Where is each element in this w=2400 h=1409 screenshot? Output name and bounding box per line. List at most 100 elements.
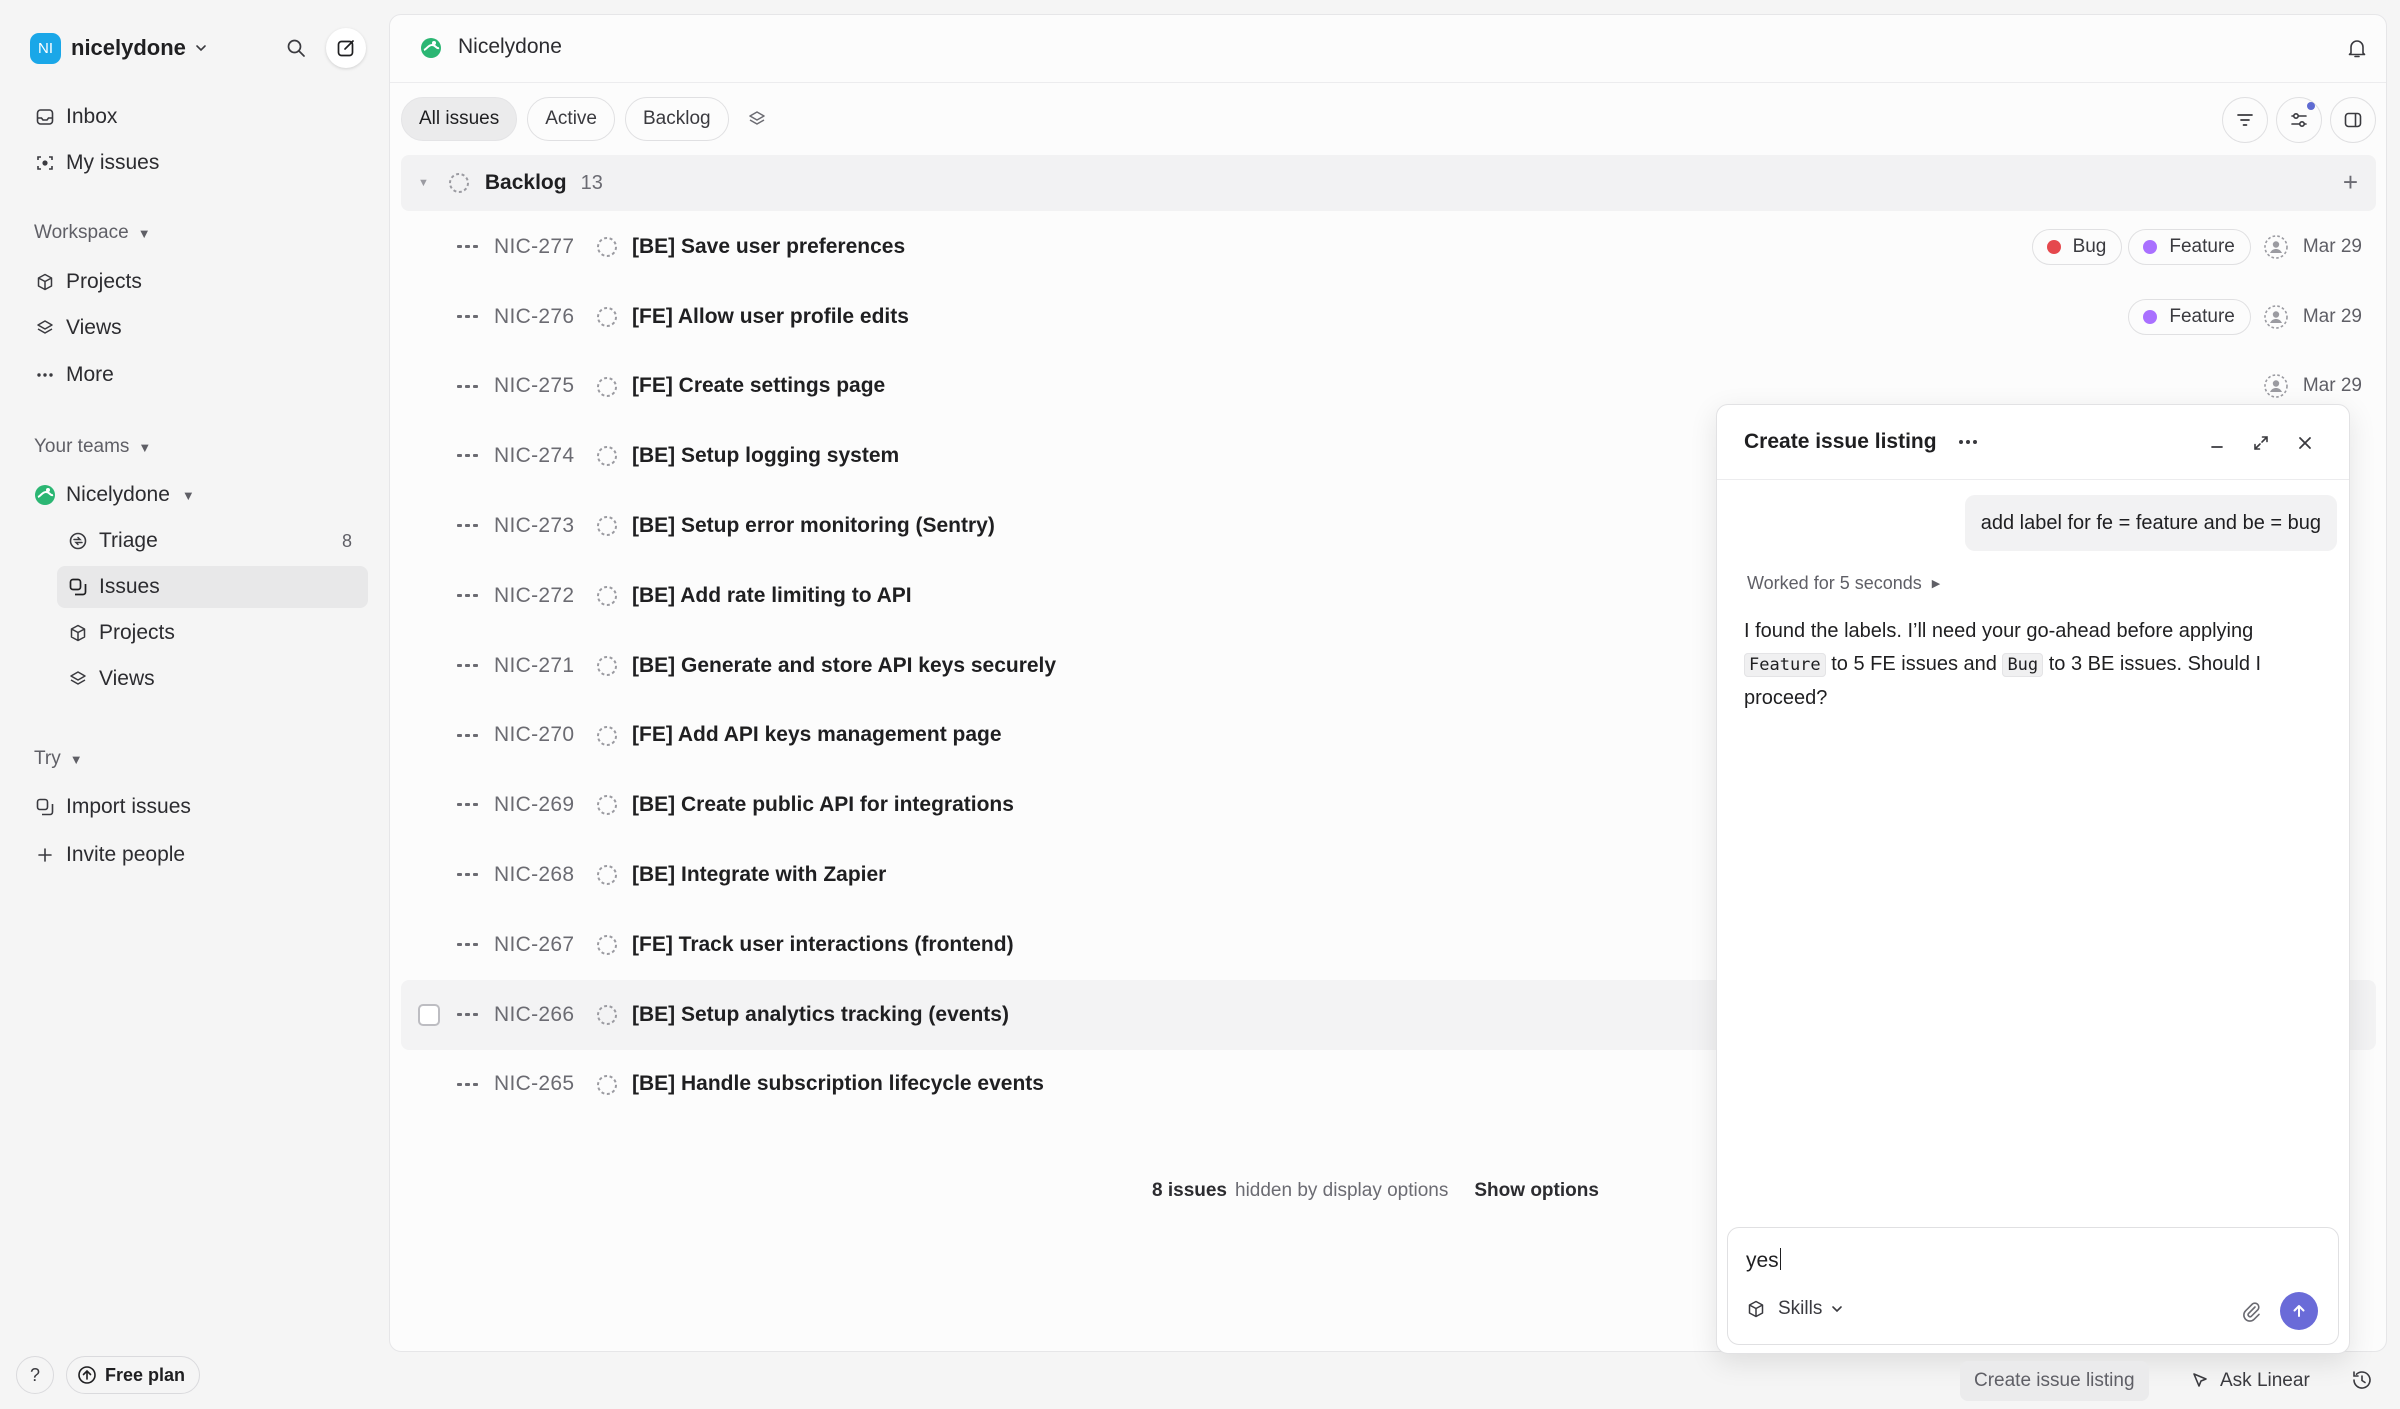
help-button[interactable]: ? — [16, 1356, 54, 1394]
new-view-layers-icon[interactable] — [741, 103, 773, 135]
backlog-status-icon[interactable] — [595, 375, 619, 399]
backlog-status-icon[interactable] — [595, 933, 619, 957]
sidebar-item-inbox[interactable]: Inbox — [24, 96, 368, 138]
no-priority-icon[interactable] — [457, 524, 479, 528]
backlog-status-icon[interactable] — [595, 305, 619, 329]
create-issue-listing-tab[interactable]: Create issue listing — [1960, 1361, 2149, 1401]
issue-title[interactable]: [FE] Create settings page — [632, 374, 885, 398]
issue-title[interactable]: [BE] Save user preferences — [632, 235, 905, 259]
teams-section-toggle[interactable]: Your teams ▼ — [34, 436, 151, 458]
show-options-button[interactable]: Show options — [1474, 1180, 1599, 1202]
backlog-status-icon[interactable] — [595, 584, 619, 608]
no-priority-icon[interactable] — [457, 245, 479, 249]
no-priority-icon[interactable] — [457, 663, 479, 668]
no-priority-icon[interactable] — [457, 1082, 479, 1087]
backlog-status-icon[interactable] — [595, 444, 619, 468]
row-checkbox[interactable] — [418, 1003, 440, 1026]
sidebar-item-triage[interactable]: Triage 8 — [57, 520, 368, 562]
backlog-status-icon[interactable] — [595, 1073, 619, 1097]
issue-title[interactable]: [FE] Track user interactions (frontend) — [632, 933, 1014, 957]
workspace-section-toggle[interactable]: Workspace ▼ — [34, 222, 151, 244]
no-priority-icon[interactable] — [457, 1012, 479, 1017]
no-priority-icon[interactable] — [457, 384, 479, 389]
issue-title[interactable]: [BE] Setup error monitoring (Sentry) — [632, 514, 995, 538]
label-pill[interactable]: Bug — [2031, 228, 2123, 265]
sidebar-item-team-views[interactable]: Views — [57, 658, 368, 700]
display-options-button[interactable] — [2276, 97, 2322, 143]
send-button[interactable] — [2280, 1292, 2318, 1330]
try-section-toggle[interactable]: Try ▼ — [34, 748, 83, 770]
backlog-status-icon[interactable] — [595, 1003, 619, 1027]
sidebar-item-more[interactable]: More — [24, 354, 368, 396]
close-icon[interactable] — [2291, 429, 2319, 457]
page-title[interactable]: Nicelydone — [458, 35, 562, 59]
free-plan-button[interactable]: Free plan — [66, 1356, 201, 1394]
workspace-switcher[interactable]: NI nicelydone — [30, 32, 208, 64]
label-color-dot — [2046, 239, 2061, 254]
backlog-status-icon[interactable] — [595, 863, 619, 887]
caret-down-icon: ▼ — [138, 439, 152, 455]
issue-title[interactable]: [BE] Handle subscription lifecycle event… — [632, 1072, 1044, 1096]
label-pill[interactable]: Feature — [2128, 298, 2251, 335]
issue-title[interactable]: [BE] Setup analytics tracking (events) — [632, 1003, 1009, 1027]
minimize-icon[interactable] — [2203, 429, 2231, 457]
sidebar-item-projects[interactable]: Projects — [24, 261, 368, 303]
chat-composer[interactable]: yes Skills — [1727, 1227, 2339, 1345]
no-priority-icon[interactable] — [457, 803, 479, 807]
unassigned-avatar-icon[interactable] — [2263, 234, 2289, 260]
no-priority-icon[interactable] — [457, 733, 479, 738]
issue-title[interactable]: [FE] Allow user profile edits — [632, 305, 909, 329]
new-issue-button[interactable] — [326, 28, 366, 68]
sidebar-item-label: Views — [99, 667, 155, 690]
issue-title[interactable]: [BE] Generate and store API keys securel… — [632, 654, 1056, 678]
worked-for-toggle[interactable]: Worked for 5 seconds ▶ — [1747, 573, 1940, 594]
tab-active[interactable]: Active — [527, 97, 615, 141]
backlog-status-icon[interactable] — [595, 793, 619, 817]
bell-icon[interactable] — [2346, 37, 2368, 59]
team-nicelydone[interactable]: Nicelydone ▼ — [34, 478, 195, 512]
sidebar-item-import-issues[interactable]: Import issues — [24, 786, 368, 828]
issue-title[interactable]: [BE] Integrate with Zapier — [632, 863, 886, 887]
history-icon[interactable] — [2350, 1368, 2374, 1392]
tab-all-issues[interactable]: All issues — [401, 97, 518, 141]
add-issue-button[interactable]: + — [2343, 168, 2358, 196]
expand-icon[interactable] — [2247, 429, 2275, 457]
issue-title[interactable]: [BE] Add rate limiting to API — [632, 584, 912, 608]
no-priority-icon[interactable] — [457, 314, 479, 319]
label-pill[interactable]: Feature — [2128, 228, 2251, 265]
ask-linear-button[interactable]: Ask Linear — [2190, 1361, 2310, 1401]
issue-row[interactable]: NIC-277 [BE] Save user preferences Bug Feat… — [401, 212, 2376, 282]
paperclip-icon[interactable] — [2240, 1300, 2262, 1322]
no-priority-icon[interactable] — [457, 593, 479, 598]
backlog-status-icon[interactable] — [595, 235, 619, 259]
skills-dropdown[interactable]: Skills — [1746, 1298, 1844, 1320]
no-priority-icon[interactable] — [457, 873, 479, 877]
tab-backlog[interactable]: Backlog — [625, 97, 729, 141]
issue-title[interactable]: [BE] Create public API for integrations — [632, 793, 1014, 817]
backlog-status-icon[interactable] — [595, 724, 619, 748]
backlog-status-icon[interactable] — [595, 514, 619, 538]
issue-row[interactable]: NIC-276 [FE] Allow user profile edits Feat… — [401, 282, 2376, 352]
no-priority-icon[interactable] — [457, 454, 479, 458]
sidebar-item-invite-people[interactable]: Invite people — [24, 834, 368, 876]
filter-button[interactable] — [2222, 97, 2268, 143]
unassigned-avatar-icon[interactable] — [2263, 304, 2289, 330]
issue-title[interactable]: [BE] Setup logging system — [632, 444, 899, 468]
no-priority-icon[interactable] — [457, 942, 479, 947]
sidebar-item-my-issues[interactable]: My issues — [24, 142, 368, 184]
toggle-side-panel-button[interactable] — [2330, 97, 2376, 143]
group-header-backlog[interactable]: ▼ Backlog 13 + — [401, 155, 2376, 211]
unassigned-avatar-icon[interactable] — [2263, 373, 2289, 399]
sidebar-item-views[interactable]: Views — [24, 307, 368, 349]
backlog-status-icon[interactable] — [595, 654, 619, 678]
group-name: Backlog — [484, 171, 567, 194]
issue-id: NIC-268 — [494, 863, 575, 887]
more-dots-icon[interactable] — [1955, 429, 1981, 455]
issue-title[interactable]: [FE] Add API keys management page — [632, 723, 1002, 747]
search-icon[interactable] — [280, 32, 312, 64]
caret-down-icon[interactable]: ▼ — [418, 177, 429, 189]
chat-input[interactable]: yes — [1746, 1248, 1781, 1273]
inbox-icon — [34, 106, 56, 128]
sidebar-item-team-projects[interactable]: Projects — [57, 612, 368, 654]
sidebar-item-issues[interactable]: Issues — [57, 566, 368, 608]
